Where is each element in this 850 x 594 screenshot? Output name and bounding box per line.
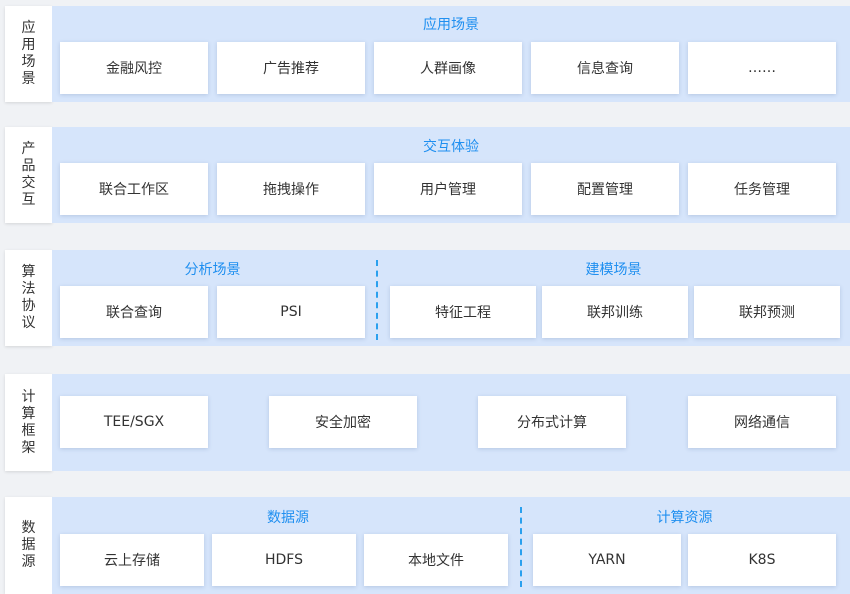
layer-label-product: 产品交互 — [5, 127, 52, 223]
card-item[interactable]: 云上存储 — [60, 534, 204, 586]
card-item[interactable]: …… — [688, 42, 836, 94]
layer-framework: 计算框架 TEE/SGX 安全加密 分布式计算 网络通信 — [0, 374, 850, 471]
card-item[interactable]: 用户管理 — [374, 163, 522, 215]
card-item[interactable]: HDFS — [212, 534, 356, 586]
card-item[interactable]: PSI — [217, 286, 365, 338]
card-item[interactable]: 广告推荐 — [217, 42, 365, 94]
card-item[interactable]: 特征工程 — [390, 286, 536, 338]
panel-framework: TEE/SGX 安全加密 分布式计算 网络通信 — [52, 374, 850, 471]
card-item[interactable]: 配置管理 — [531, 163, 679, 215]
card-item[interactable]: 人群画像 — [374, 42, 522, 94]
group-title-modeling: 建模场景 — [585, 262, 642, 278]
layer-algorithm: 算法协议 分析场景 建模场景 联合查询 PSI 特征工程 联邦训练 联邦预测 — [0, 250, 850, 346]
card-item[interactable]: 联邦预测 — [694, 286, 840, 338]
card-item[interactable]: 金融风控 — [60, 42, 208, 94]
card-item[interactable]: 联合工作区 — [60, 163, 208, 215]
group-title: 应用场景 — [423, 17, 479, 33]
layer-datasource: 数据源 数据源 计算资源 云上存储 HDFS 本地文件 YARN K8S — [0, 497, 850, 594]
panel-datasource: 数据源 计算资源 云上存储 HDFS 本地文件 YARN K8S — [52, 497, 850, 594]
side-label: 产品交互 — [21, 141, 36, 208]
layer-label-framework: 计算框架 — [5, 374, 52, 471]
group-title-datasource: 数据源 — [267, 510, 309, 526]
group-divider — [520, 507, 522, 587]
card-item[interactable]: 拖拽操作 — [217, 163, 365, 215]
card-item[interactable]: TEE/SGX — [60, 396, 208, 448]
panel-product: 交互体验 联合工作区 拖拽操作 用户管理 配置管理 任务管理 — [52, 127, 850, 223]
layer-product: 产品交互 交互体验 联合工作区 拖拽操作 用户管理 配置管理 任务管理 — [0, 127, 850, 223]
card-item[interactable]: 信息查询 — [531, 42, 679, 94]
card-item[interactable]: YARN — [533, 534, 681, 586]
side-label: 计算框架 — [21, 388, 36, 456]
side-label: 数据源 — [21, 520, 36, 570]
side-label: 应用场景 — [21, 20, 36, 87]
layer-application: 应用场景 应用场景 金融风控 广告推荐 人群画像 信息查询 …… — [0, 6, 850, 102]
card-item[interactable]: 任务管理 — [688, 163, 836, 215]
panel-application: 应用场景 金融风控 广告推荐 人群画像 信息查询 …… — [52, 6, 850, 102]
card-item[interactable]: 安全加密 — [269, 396, 417, 448]
group-title-compute: 计算资源 — [656, 510, 713, 526]
layer-label-datasource: 数据源 — [5, 497, 52, 594]
layer-label-algorithm: 算法协议 — [5, 250, 52, 346]
card-item[interactable]: 联合查询 — [60, 286, 208, 338]
side-label: 算法协议 — [21, 264, 36, 331]
card-item[interactable]: 本地文件 — [364, 534, 508, 586]
card-item[interactable]: 网络通信 — [688, 396, 836, 448]
panel-algorithm: 分析场景 建模场景 联合查询 PSI 特征工程 联邦训练 联邦预测 — [52, 250, 850, 346]
layer-label-application: 应用场景 — [5, 6, 52, 102]
group-title-analysis: 分析场景 — [184, 262, 241, 278]
group-title: 交互体验 — [423, 139, 479, 155]
group-divider — [376, 260, 378, 340]
card-item[interactable]: 联邦训练 — [542, 286, 688, 338]
card-item[interactable]: 分布式计算 — [478, 396, 626, 448]
card-item[interactable]: K8S — [688, 534, 836, 586]
